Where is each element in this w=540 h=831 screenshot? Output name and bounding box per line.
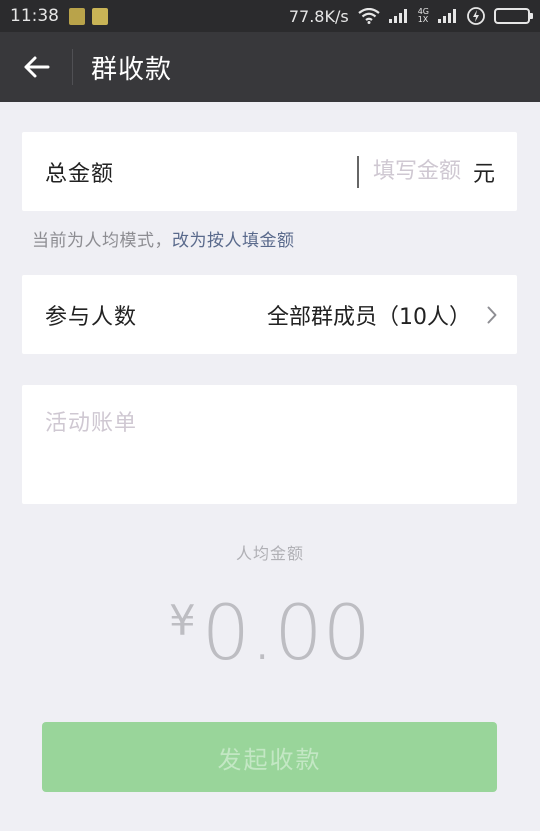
- total-amount-row: 总金额 元: [22, 132, 517, 211]
- average-amount: ¥ 0.00: [0, 588, 540, 678]
- average-amount-label: 人均金额: [235, 544, 304, 563]
- mode-hint: 当前为人均模式，改为按人填金额: [32, 226, 295, 251]
- network-speed: 77.8K/s: [288, 6, 349, 26]
- status-right-group: 77.8K/s 4G 1X: [288, 6, 533, 26]
- amount-unit: 元: [472, 161, 495, 187]
- charging-icon: [467, 7, 485, 25]
- total-amount-label: 总金额: [45, 161, 115, 187]
- text-cursor: [356, 155, 359, 188]
- status-bar: 11:38 77.8K/s 4G 1X: [0, 0, 540, 32]
- arrow-left-icon: [24, 56, 50, 78]
- notification-app-icon: [69, 7, 85, 25]
- average-amount-value: 0.00: [201, 588, 371, 677]
- title-bar: 群收款: [0, 32, 540, 102]
- switch-mode-link[interactable]: 改为按人填金额: [172, 231, 295, 251]
- submit-collection-button[interactable]: 发起收款: [42, 722, 497, 792]
- signal-icon: [388, 9, 409, 23]
- wifi-icon: [358, 8, 380, 24]
- participants-value: 全部群成员（10人）: [267, 304, 471, 330]
- chevron-right-icon: [487, 306, 497, 324]
- activity-note-input[interactable]: [45, 411, 494, 436]
- notification-app-icon: [92, 7, 108, 25]
- participants-row[interactable]: 参与人数 全部群成员（10人）: [22, 275, 517, 354]
- mode-hint-text: 当前为人均模式，: [32, 231, 172, 251]
- page-title: 群收款: [91, 54, 173, 85]
- title-divider: [72, 49, 73, 85]
- network-type-label: 4G 1X: [417, 7, 429, 24]
- status-time: 11:38: [10, 6, 59, 26]
- participants-label: 参与人数: [45, 304, 138, 330]
- currency-symbol: ¥: [169, 596, 196, 645]
- total-amount-input-group: 元: [356, 155, 495, 188]
- battery-icon: [494, 8, 533, 24]
- total-amount-input[interactable]: [360, 159, 461, 184]
- note-card: [22, 385, 517, 504]
- back-button[interactable]: [0, 32, 72, 102]
- signal-icon: [438, 9, 458, 23]
